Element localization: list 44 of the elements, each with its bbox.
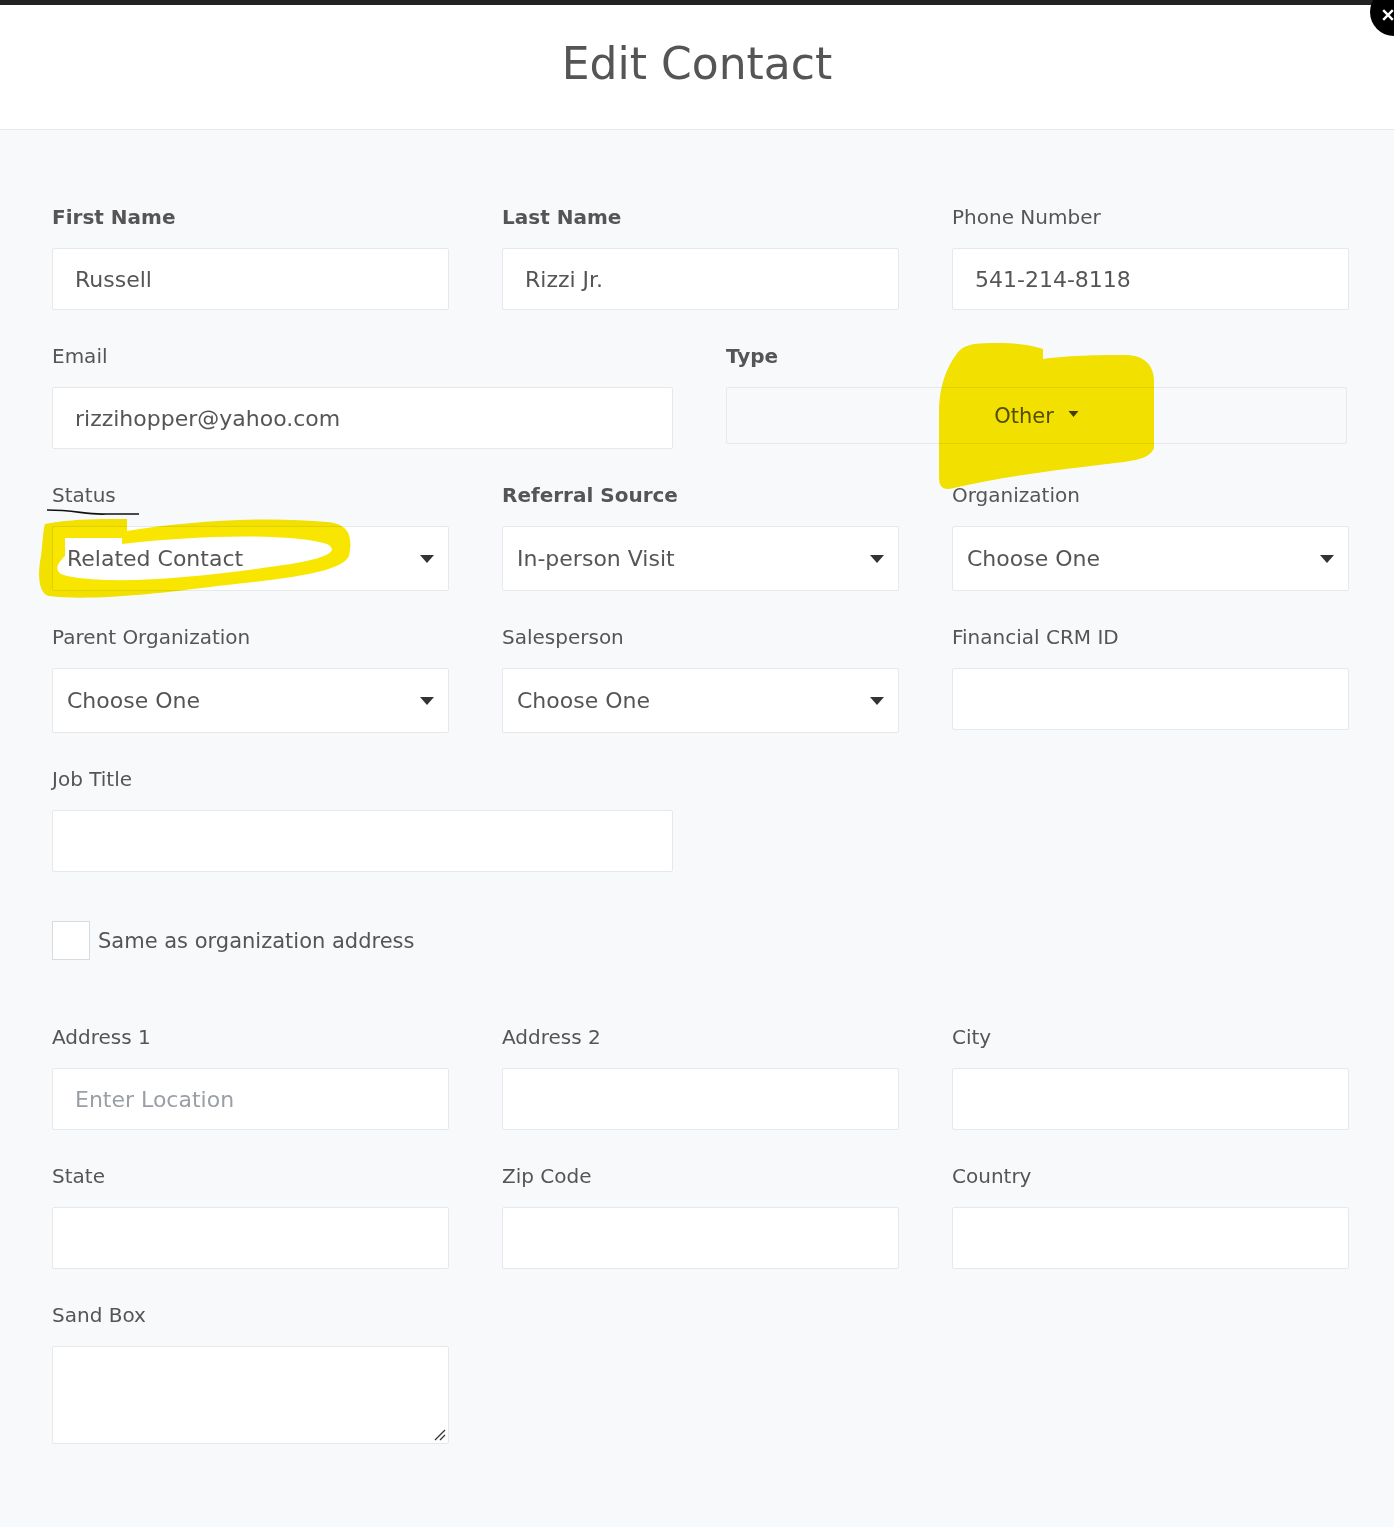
field-label: Last Name	[502, 204, 622, 231]
caret-icon	[420, 696, 434, 705]
field-label: Job Title	[52, 766, 133, 793]
text-field[interactable]: 541-214-8118	[952, 248, 1349, 310]
field-label: Status	[52, 482, 116, 509]
field-label: Zip Code	[502, 1163, 592, 1190]
field-label: Sand Box	[52, 1302, 146, 1329]
text-field[interactable]: rizzihopper@yahoo.com	[52, 387, 673, 449]
field-label: Country	[952, 1163, 1032, 1190]
select-field[interactable]: Choose One	[502, 668, 899, 733]
caret-icon	[420, 554, 434, 563]
checkbox-label: Same as organization address	[98, 928, 415, 953]
modal-title: Edit Contact	[561, 37, 833, 89]
text-field[interactable]	[952, 1207, 1349, 1269]
text-field[interactable]	[52, 810, 673, 872]
text-field[interactable]	[952, 668, 1349, 730]
close-icon	[1380, 7, 1394, 23]
field-label: City	[952, 1024, 992, 1051]
field-label: Address 1	[52, 1024, 151, 1051]
caret-icon	[870, 554, 884, 563]
text-field[interactable]	[952, 1068, 1349, 1130]
select-field[interactable]: In-person Visit	[502, 526, 899, 591]
text-field[interactable]	[502, 1068, 899, 1130]
field-label: First Name	[52, 204, 176, 231]
text-field[interactable]	[52, 1207, 449, 1269]
caret-icon	[870, 696, 884, 705]
field-label: State	[52, 1163, 105, 1190]
field-label: Organization	[952, 482, 1080, 509]
text-field[interactable]	[502, 1207, 899, 1269]
field-label: Referral Source	[502, 482, 678, 509]
field-label: Type	[726, 343, 779, 370]
caret-icon	[1320, 554, 1334, 563]
field-label: Address 2	[502, 1024, 601, 1051]
field-label: Parent Organization	[52, 624, 251, 651]
text-field[interactable]: Rizzi Jr.	[502, 248, 899, 310]
checkbox[interactable]	[52, 921, 90, 960]
text-field[interactable]: Russell	[52, 248, 449, 310]
field-label: Salesperson	[502, 624, 624, 651]
select-field[interactable]: Choose One	[52, 668, 449, 733]
select-field[interactable]: Choose One	[952, 526, 1349, 591]
field-label: Phone Number	[952, 204, 1101, 231]
resize-handle-icon[interactable]	[434, 1429, 446, 1441]
field-label: Financial CRM ID	[952, 624, 1119, 651]
field-label: Email	[52, 343, 108, 370]
